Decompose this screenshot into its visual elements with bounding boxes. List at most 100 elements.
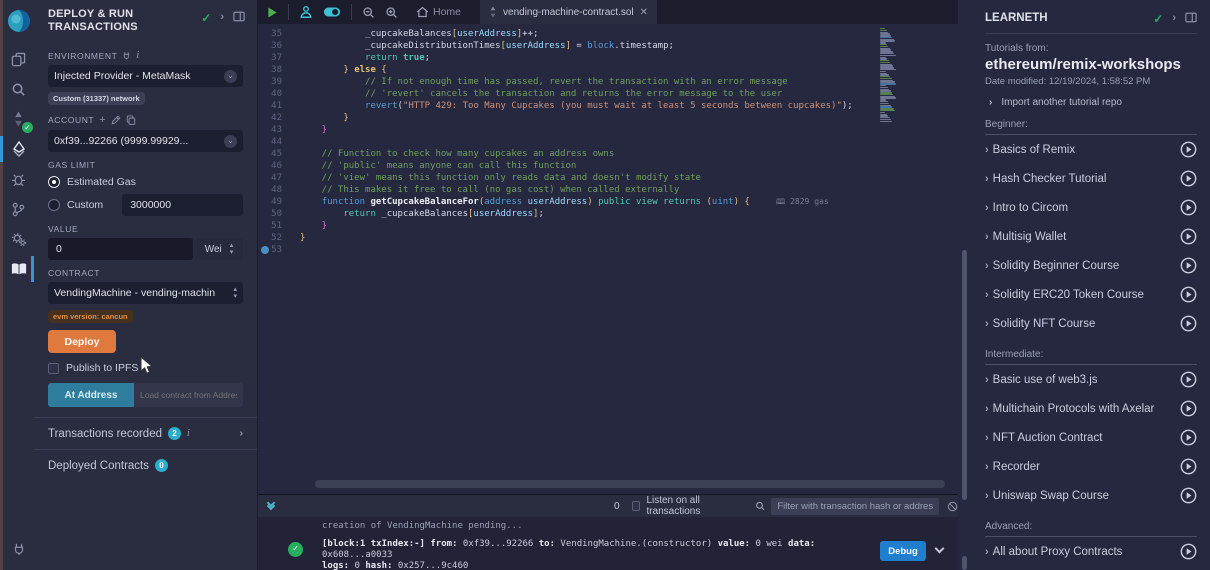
git-icon[interactable] bbox=[3, 194, 34, 224]
tutorial-item[interactable]: › Intro to Circom bbox=[985, 193, 1197, 222]
line-number-gutter[interactable]: 52 bbox=[258, 232, 290, 244]
clear-console-icon[interactable] bbox=[947, 500, 958, 513]
play-tutorial-icon[interactable] bbox=[1180, 141, 1197, 158]
environment-info-icon[interactable]: i bbox=[136, 50, 139, 61]
at-address-button[interactable]: At Address bbox=[48, 383, 134, 407]
transaction-log-row[interactable]: ✓ [block:1 txIndex:-] from: 0xf39...9226… bbox=[322, 539, 958, 570]
value-unit-select[interactable]: Wei ▴▾ bbox=[195, 238, 243, 260]
play-tutorial-icon[interactable] bbox=[1180, 487, 1197, 504]
code-editor[interactable]: 35 _cupcakeBalances[userAddress]++;36 _c… bbox=[258, 24, 958, 494]
line-number-gutter[interactable]: 36 bbox=[258, 40, 290, 52]
play-tutorial-icon[interactable] bbox=[1180, 170, 1197, 187]
line-number-gutter[interactable]: 47 bbox=[258, 172, 290, 184]
line-number-gutter[interactable]: 41 bbox=[258, 100, 290, 112]
custom-gas-option[interactable]: Custom bbox=[48, 194, 243, 216]
tutorial-name[interactable]: Solidity Beginner Course bbox=[993, 260, 1180, 272]
learneth-expand-icon[interactable]: › bbox=[1172, 12, 1176, 24]
tutorial-chevron-icon[interactable]: › bbox=[985, 490, 989, 502]
tutorial-name[interactable]: Multisig Wallet bbox=[993, 231, 1180, 243]
tab-close-icon[interactable]: ✕ bbox=[640, 7, 648, 18]
play-tutorial-icon[interactable] bbox=[1180, 429, 1197, 446]
run-script-icon[interactable] bbox=[258, 7, 283, 18]
add-account-icon[interactable]: + bbox=[99, 114, 106, 126]
listen-all-checkbox[interactable] bbox=[632, 501, 641, 511]
line-number-gutter[interactable]: 46 bbox=[258, 160, 290, 172]
play-tutorial-icon[interactable] bbox=[1180, 400, 1197, 417]
tutorial-chevron-icon[interactable]: › bbox=[985, 318, 989, 330]
tutorial-item[interactable]: › Recorder bbox=[985, 452, 1197, 481]
tutorial-name[interactable]: Recorder bbox=[993, 461, 1180, 473]
play-tutorial-icon[interactable] bbox=[1180, 228, 1197, 245]
line-number-gutter[interactable]: 38 bbox=[258, 64, 290, 76]
home-icon[interactable]: Home bbox=[411, 6, 466, 18]
line-number-gutter[interactable]: 50 bbox=[258, 208, 290, 220]
tutorial-chevron-icon[interactable]: › bbox=[985, 202, 989, 214]
tutorial-name[interactable]: All about Proxy Contracts bbox=[993, 546, 1180, 558]
tutorial-name[interactable]: Solidity ERC20 Token Course bbox=[993, 289, 1180, 301]
tutorial-chevron-icon[interactable]: › bbox=[985, 374, 989, 386]
tutorial-item[interactable]: › Solidity ERC20 Token Course bbox=[985, 280, 1197, 309]
line-number-gutter[interactable]: 44 bbox=[258, 136, 290, 148]
line-number-gutter[interactable]: 40 bbox=[258, 88, 290, 100]
play-tutorial-icon[interactable] bbox=[1180, 371, 1197, 388]
transactions-recorded-row[interactable]: Transactions recorded 2 i › bbox=[34, 418, 257, 449]
tutorial-chevron-icon[interactable]: › bbox=[985, 403, 989, 415]
panel-expand-icon[interactable]: › bbox=[220, 11, 224, 23]
play-tutorial-icon[interactable] bbox=[1180, 199, 1197, 216]
zoom-in-icon[interactable] bbox=[380, 6, 403, 19]
tutorial-chevron-icon[interactable]: › bbox=[985, 546, 989, 558]
line-number-gutter[interactable]: 35 bbox=[258, 28, 290, 40]
collapse-terminal-icon[interactable] bbox=[268, 503, 274, 509]
deploy-button[interactable]: Deploy bbox=[48, 330, 116, 353]
tutorial-item[interactable]: › Multichain Protocols with Axelar bbox=[985, 394, 1197, 423]
tutorial-item[interactable]: ›Deploy with Libraries bbox=[985, 566, 1197, 570]
tutorial-name[interactable]: Basics of Remix bbox=[993, 144, 1180, 156]
tutorial-item[interactable]: › Solidity NFT Course bbox=[985, 309, 1197, 338]
at-address-input[interactable] bbox=[134, 383, 243, 407]
horizontal-scrollbar[interactable] bbox=[315, 480, 945, 488]
plugin-manager-plug-icon[interactable] bbox=[3, 534, 34, 564]
debug-button[interactable]: Debug bbox=[880, 541, 926, 561]
publish-ipfs-checkbox[interactable] bbox=[48, 363, 59, 374]
play-tutorial-icon[interactable] bbox=[1180, 286, 1197, 303]
deploy-run-icon[interactable] bbox=[3, 134, 34, 164]
transactions-info-icon[interactable]: i bbox=[187, 428, 190, 439]
debugger-icon[interactable] bbox=[3, 164, 34, 194]
custom-gas-input[interactable] bbox=[122, 194, 243, 216]
tutorial-chevron-icon[interactable]: › bbox=[985, 461, 989, 473]
tutorial-item[interactable]: ›Multisig Wallet bbox=[985, 222, 1197, 251]
line-number-gutter[interactable]: 48 bbox=[258, 184, 290, 196]
copy-account-icon[interactable] bbox=[126, 115, 136, 125]
line-number-gutter[interactable]: 53 bbox=[258, 244, 290, 256]
import-tutorial-repo[interactable]: › Import another tutorial repo bbox=[985, 97, 1197, 108]
learneth-pin-icon[interactable] bbox=[1185, 12, 1197, 23]
tx-expand-chevron-icon[interactable] bbox=[935, 544, 945, 554]
line-number-gutter[interactable]: 43 bbox=[258, 124, 290, 136]
line-number-gutter[interactable]: 42 bbox=[258, 112, 290, 124]
tutorial-item[interactable]: ›NFT Auction Contract bbox=[985, 423, 1197, 452]
tab-vending-machine-contract[interactable]: vending-machine-contract.sol ✕ bbox=[480, 0, 657, 24]
learneth-scrollbar-end[interactable] bbox=[962, 556, 967, 570]
value-input[interactable] bbox=[48, 238, 193, 260]
search-icon[interactable] bbox=[3, 74, 34, 104]
tutorial-name[interactable]: Solidity NFT Course bbox=[993, 318, 1180, 330]
tutorial-item[interactable]: ›Hash Checker Tutorial bbox=[985, 164, 1197, 193]
tutorial-name[interactable]: Intro to Circom bbox=[993, 202, 1180, 214]
learneth-book-icon[interactable] bbox=[3, 254, 34, 284]
solidity-compiler-icon[interactable]: ✓ bbox=[3, 104, 34, 134]
remix-logo[interactable] bbox=[3, 6, 34, 36]
assistant-person-icon[interactable] bbox=[294, 5, 318, 19]
line-number-gutter[interactable]: 37 bbox=[258, 52, 290, 64]
custom-gas-radio[interactable] bbox=[48, 199, 60, 211]
tutorial-chevron-icon[interactable]: › bbox=[985, 260, 989, 272]
tutorial-chevron-icon[interactable]: › bbox=[985, 289, 989, 301]
line-number-gutter[interactable]: 45 bbox=[258, 148, 290, 160]
play-tutorial-icon[interactable] bbox=[1180, 458, 1197, 475]
home-label[interactable]: Home bbox=[433, 6, 461, 18]
play-tutorial-icon[interactable] bbox=[1180, 315, 1197, 332]
tutorial-item[interactable]: › All about Proxy Contracts bbox=[985, 537, 1197, 566]
breakpoint-dot[interactable] bbox=[261, 246, 269, 254]
tutorial-name[interactable]: Multichain Protocols with Axelar bbox=[993, 403, 1180, 415]
sign-message-icon[interactable] bbox=[111, 115, 121, 125]
tutorial-item[interactable]: ›Basic use of web3.js bbox=[985, 365, 1197, 394]
